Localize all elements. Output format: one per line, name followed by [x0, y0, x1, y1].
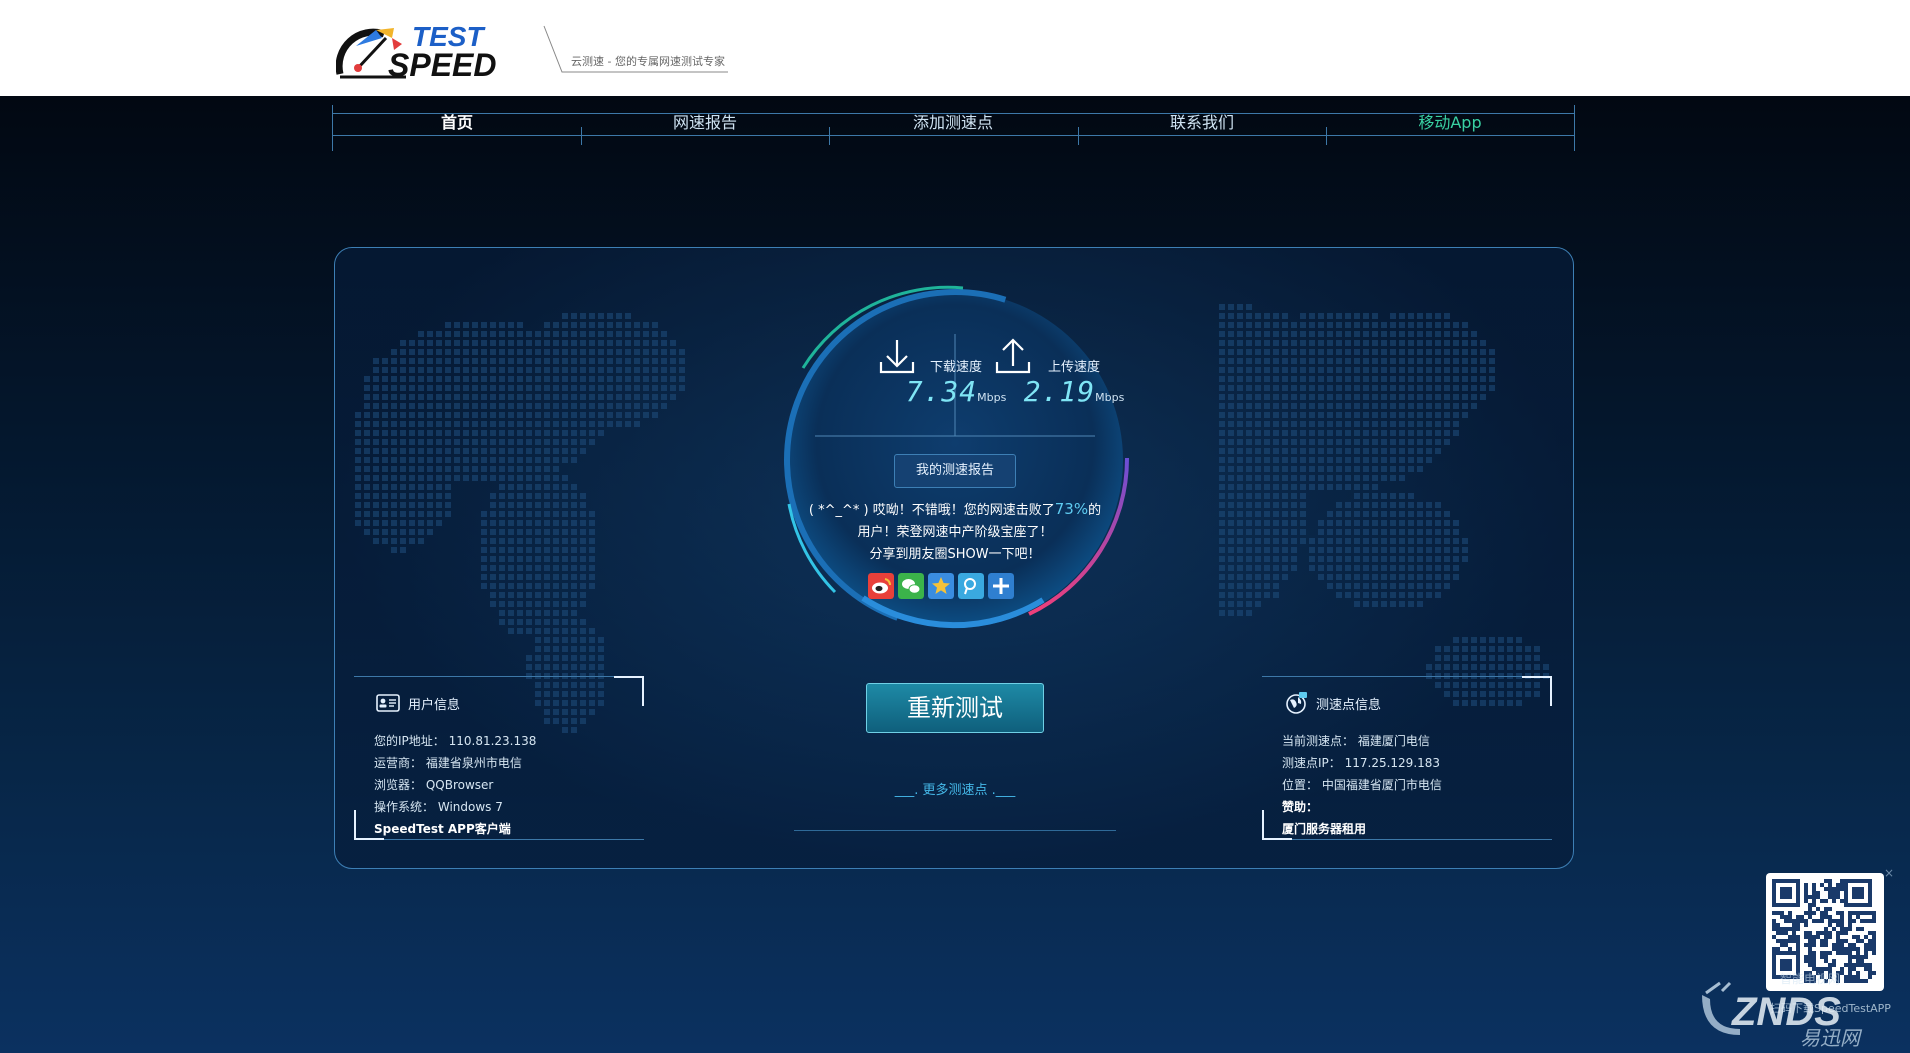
testspeed-logo[interactable]: TEST SPEED: [336, 18, 536, 80]
os-label: 操作系统：: [374, 800, 435, 814]
speed-result-panel: 下载速度 7.34Mbps 上传速度 2.19Mbps 我的测速报告 ( *^_…: [334, 247, 1574, 869]
browser-label: 浏览器：: [374, 778, 423, 792]
beat-percentage: 73%: [1054, 500, 1089, 518]
nav-item-add-node[interactable]: 添加测速点: [829, 111, 1077, 141]
browser-row: 浏览器： QQBrowser: [374, 774, 536, 796]
node-label: 当前测速点：: [1282, 734, 1355, 748]
download-speed-unit: Mbps: [977, 391, 1007, 404]
upload-speed-readout: 2.19Mbps: [1004, 375, 1144, 408]
user-info-box: 用户信息 您的IP地址： 110.81.23.138 运营商： 福建省泉州市电信…: [354, 676, 644, 856]
upload-speed-unit: Mbps: [1095, 391, 1125, 404]
more-nodes-underline: [794, 830, 1116, 831]
wechat-icon[interactable]: [898, 573, 924, 599]
retest-button[interactable]: 重新测试: [866, 683, 1044, 733]
box-corner: [1522, 676, 1552, 706]
isp-value: 福建省泉州市电信: [425, 756, 522, 770]
nav-item-home[interactable]: 首页: [333, 111, 581, 141]
watermark-sub: 智能电视网: [1780, 971, 1840, 986]
tencent-weibo-icon[interactable]: [958, 573, 984, 599]
location-value: 中国福建省厦门市电信: [1321, 778, 1442, 792]
result-message-prefix: ( *^_^* ) 哎呦！不错哦！您的网速击败了: [808, 503, 1055, 518]
my-speed-report-button[interactable]: 我的测速报告: [894, 454, 1016, 488]
download-speed-value: 7.34: [905, 375, 978, 408]
result-message: ( *^_^* ) 哎呦！不错哦！您的网速击败了73%的 用户！荣登网速中产阶级…: [795, 498, 1115, 566]
upload-speed-value: 2.19: [1023, 375, 1096, 408]
node-row: 当前测速点： 福建厦门电信: [1282, 730, 1442, 752]
box-line: [1262, 676, 1552, 677]
more-nodes-link[interactable]: ___. 更多测速点 .___: [792, 779, 1118, 798]
qr-close-icon[interactable]: ×: [1884, 866, 1894, 880]
result-message-line2: 用户！荣登网速中产阶级宝座了！: [857, 525, 1053, 540]
node-ip-row: 测速点IP： 117.25.129.183: [1282, 752, 1442, 774]
node-ip-value: 117.25.129.183: [1344, 756, 1441, 770]
node-info-title: 测速点信息: [1284, 692, 1381, 714]
isp-row: 运营商： 福建省泉州市电信: [374, 752, 536, 774]
browser-value: QQBrowser: [425, 778, 494, 792]
box-corner: [614, 676, 644, 706]
nav-item-contact[interactable]: 联系我们: [1078, 111, 1326, 141]
ip-row: 您的IP地址： 110.81.23.138: [374, 730, 536, 752]
id-card-icon: [376, 694, 400, 712]
location-label: 位置：: [1282, 778, 1319, 792]
user-info-title-text: 用户信息: [408, 697, 461, 713]
ip-value: 110.81.23.138: [448, 734, 537, 748]
globe-node-icon: [1286, 692, 1307, 714]
ip-label: 您的IP地址：: [374, 734, 445, 748]
qzone-icon[interactable]: [928, 573, 954, 599]
nav-item-mobile-app[interactable]: 移动App: [1326, 111, 1574, 141]
isp-label: 运营商：: [374, 756, 423, 770]
node-info-title-text: 测速点信息: [1316, 697, 1382, 713]
sponsor-label: 赞助：: [1282, 800, 1319, 814]
logo-text-bottom: SPEED: [388, 47, 496, 80]
more-share-icon[interactable]: [988, 573, 1014, 599]
main-nav: 首页 网速报告 添加测速点 联系我们 移动App: [332, 105, 1575, 151]
nav-item-speed-report[interactable]: 网速报告: [581, 111, 829, 141]
node-value: 福建厦门电信: [1357, 734, 1430, 748]
user-info-title: 用户信息: [376, 692, 460, 714]
sponsor-link[interactable]: 厦门服务器租用: [1282, 818, 1442, 840]
weibo-icon[interactable]: [868, 573, 894, 599]
znds-watermark-logo: ZNDS 智能电视网 易迅网: [1702, 971, 1863, 1047]
node-ip-label: 测速点IP：: [1282, 756, 1341, 770]
site-tagline: 云测速 - 您的专属网速测试专家: [571, 55, 725, 68]
node-info-lines: 当前测速点： 福建厦门电信 测速点IP： 117.25.129.183 位置： …: [1282, 730, 1442, 840]
os-row: 操作系统： Windows 7: [374, 796, 536, 818]
upload-speed-block: 上传速度 2.19Mbps: [1004, 356, 1144, 408]
share-buttons: [868, 573, 1014, 599]
os-value: Windows 7: [437, 800, 503, 814]
top-header: TEST SPEED 云测速 - 您的专属网速测试专家: [0, 0, 1910, 96]
box-line: [354, 676, 644, 677]
result-message-line3: 分享到朋友圈SHOW一下吧！: [869, 547, 1041, 562]
location-row: 位置： 中国福建省厦门市电信: [1282, 774, 1442, 796]
user-info-lines: 您的IP地址： 110.81.23.138 运营商： 福建省泉州市电信 浏览器：…: [374, 730, 536, 840]
result-message-suffix: 的: [1088, 503, 1102, 518]
result-message-line1: ( *^_^* ) 哎呦！不错哦！您的网速击败了73%的: [795, 498, 1115, 522]
upload-speed-label: 上传速度: [1047, 360, 1100, 375]
watermark-cn: 易迅网: [1800, 1026, 1863, 1047]
app-client-link[interactable]: SpeedTest APP客户端: [374, 818, 536, 840]
node-info-box: 测速点信息 当前测速点： 福建厦门电信 测速点IP： 117.25.129.18…: [1262, 676, 1552, 856]
